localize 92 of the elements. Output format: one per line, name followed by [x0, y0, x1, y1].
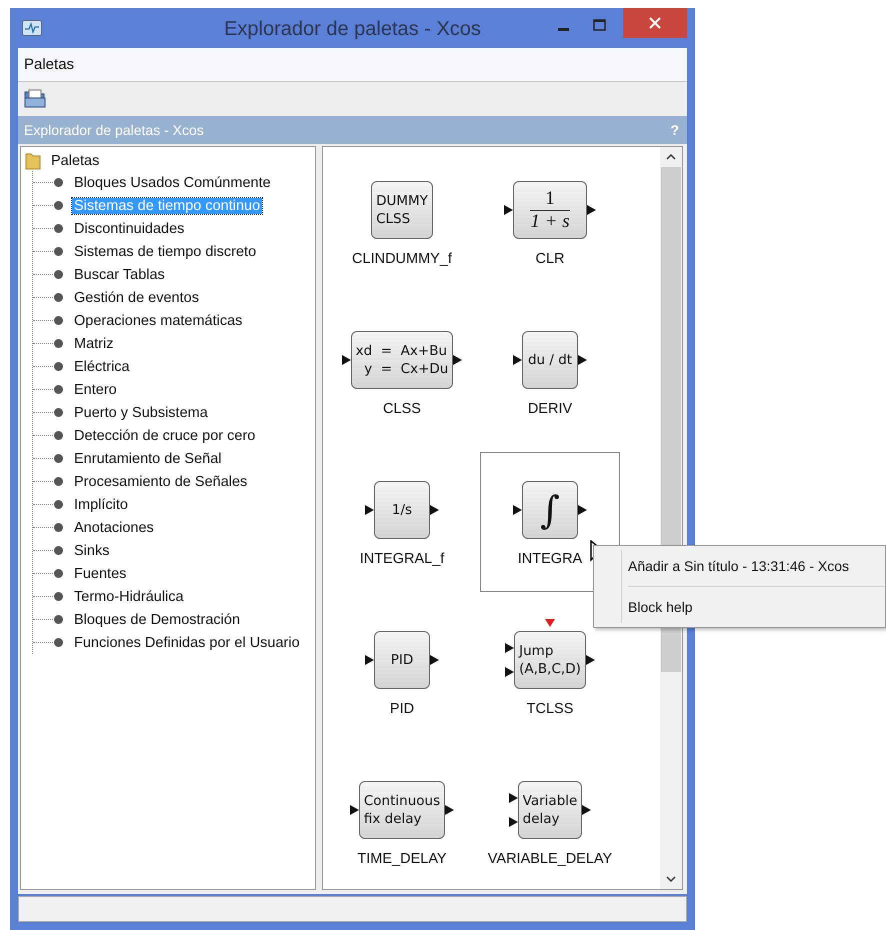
- leaf-icon: [53, 384, 64, 395]
- block-text: CLSS: [376, 211, 412, 227]
- tree-item[interactable]: Bloques Usados Comúnmente: [72, 174, 273, 190]
- block-name: INTEGRA: [518, 551, 582, 567]
- scroll-down-icon[interactable]: [665, 875, 677, 883]
- block-text: PID: [390, 652, 414, 668]
- leaf-icon: [53, 269, 64, 280]
- context-menu-item[interactable]: Block help: [628, 591, 885, 623]
- window-title: Explorador de paletas - Xcos: [224, 18, 481, 41]
- tree-item[interactable]: Funciones Definidas por el Usuario: [72, 634, 302, 650]
- numerator: 1: [530, 188, 570, 210]
- context-menu-item[interactable]: Añadir a Sin título - 13:31:46 - Xcos: [628, 550, 885, 582]
- block-text: (A,B,C,D): [519, 661, 581, 677]
- block-text: xd = Ax+Bu: [356, 343, 448, 359]
- event-port-icon: [544, 619, 555, 627]
- leaf-icon: [53, 591, 64, 602]
- tree-item[interactable]: Enrutamiento de Señal: [72, 450, 224, 466]
- tree-item[interactable]: Implícito: [72, 496, 130, 512]
- block-name: PID: [390, 701, 414, 717]
- tree-item[interactable]: Matriz: [72, 336, 116, 352]
- block-name: TIME_DELAY: [357, 851, 447, 867]
- leaf-icon: [53, 361, 64, 372]
- panel-title: Explorador de paletas - Xcos: [24, 122, 204, 138]
- leaf-icon: [53, 430, 64, 441]
- block-text: du / dt: [528, 352, 572, 368]
- leaf-icon: [53, 200, 64, 211]
- leaf-icon: [53, 453, 64, 464]
- block-name: TCLSS: [526, 701, 574, 717]
- block-text: Jump: [519, 643, 554, 659]
- palette-block[interactable]: DUMMY CLSS: [371, 181, 433, 239]
- tree-item[interactable]: Sinks: [72, 542, 112, 558]
- block-name: VARIABLE_DELAY: [488, 851, 612, 867]
- palette-block[interactable]: 1 1 + s: [513, 181, 587, 239]
- leaf-icon: [53, 476, 64, 487]
- palette-block[interactable]: du / dt: [522, 331, 578, 389]
- tree-item[interactable]: Discontinuidades: [72, 220, 186, 236]
- tree-item[interactable]: Paletas: [49, 153, 102, 169]
- tree-item[interactable]: Procesamiento de Señales: [72, 474, 250, 490]
- tree-item[interactable]: Detección de cruce por cero: [72, 428, 258, 444]
- block-text: 1/s: [392, 502, 412, 518]
- folder-icon: [25, 152, 41, 170]
- palette-block[interactable]: 1/s: [374, 481, 430, 539]
- integral-symbol: ∫: [540, 491, 560, 529]
- leaf-icon: [53, 292, 64, 303]
- scroll-up-icon[interactable]: [665, 153, 677, 161]
- tree-item[interactable]: Termo-Hidráulica: [72, 588, 186, 604]
- leaf-icon: [53, 223, 64, 234]
- block-text: fix delay: [364, 811, 423, 827]
- block-text: Continuous: [364, 793, 440, 809]
- leaf-icon: [53, 246, 64, 257]
- palette-block[interactable]: Continuous fix delay: [358, 781, 446, 839]
- maximize-icon: [592, 19, 606, 31]
- menu-item[interactable]: Paletas: [24, 56, 74, 73]
- palette-block[interactable]: ∫: [522, 481, 578, 539]
- tree-item[interactable]: Sistemas de tiempo discreto: [72, 244, 258, 260]
- block-name: INTEGRAL_f: [360, 551, 444, 567]
- tree-item[interactable]: Fuentes: [72, 566, 128, 582]
- tree-item[interactable]: Bloques de Demostración: [72, 612, 242, 628]
- block-text: y = Cx+Du: [363, 361, 448, 377]
- close-icon: [649, 17, 661, 29]
- leaf-icon: [53, 338, 64, 349]
- leaf-icon: [53, 499, 64, 510]
- block-name: CLR: [535, 251, 564, 267]
- app-icon[interactable]: [22, 20, 42, 36]
- tree-item[interactable]: Eléctrica: [72, 358, 132, 374]
- leaf-icon: [53, 522, 64, 533]
- leaf-icon: [53, 637, 64, 648]
- denominator: 1 + s: [530, 210, 570, 232]
- leaf-icon: [53, 568, 64, 579]
- tree-item[interactable]: Entero: [72, 382, 119, 398]
- block-text: Variable: [522, 793, 578, 809]
- leaf-icon: [53, 315, 64, 326]
- tree-item[interactable]: Anotaciones: [72, 520, 156, 536]
- palette-block[interactable]: xd = Ax+Bu y = Cx+Du: [350, 331, 454, 389]
- minimize-icon: [558, 28, 568, 30]
- leaf-icon: [53, 614, 64, 625]
- palette-block[interactable]: Variable delay: [518, 781, 582, 839]
- palette-block[interactable]: PID: [374, 631, 430, 689]
- tree-item[interactable]: Buscar Tablas: [72, 266, 167, 282]
- block-name: CLSS: [383, 401, 421, 417]
- block-name: DERIV: [528, 401, 572, 417]
- leaf-icon: [53, 177, 64, 188]
- tree-item[interactable]: Gestión de eventos: [72, 290, 201, 306]
- block-name: CLINDUMMY_f: [352, 251, 452, 267]
- block-text: delay: [522, 811, 561, 827]
- block-text: DUMMY: [376, 193, 428, 209]
- tree-item[interactable]: Puerto y Subsistema: [72, 404, 210, 420]
- leaf-icon: [53, 545, 64, 556]
- close-button[interactable]: [623, 8, 687, 38]
- tree-item[interactable]: Operaciones matemáticas: [72, 312, 244, 328]
- leaf-icon: [53, 407, 64, 418]
- folder-icon[interactable]: [24, 89, 46, 109]
